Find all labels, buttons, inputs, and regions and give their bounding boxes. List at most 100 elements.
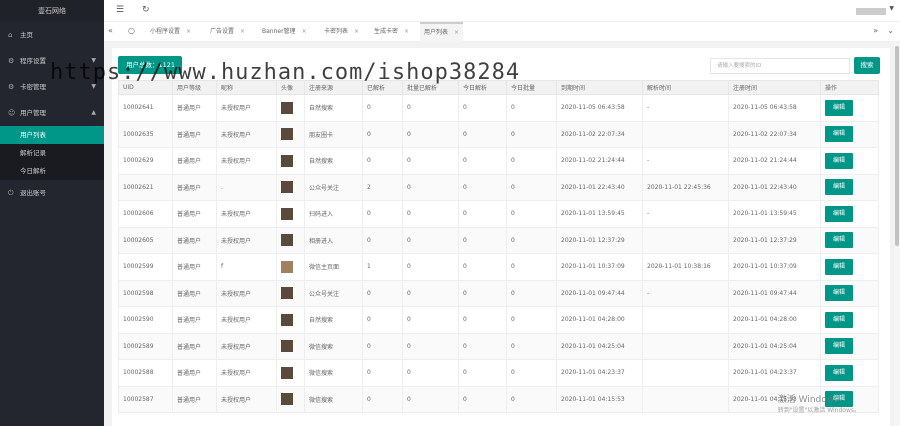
table-cell <box>642 226 729 254</box>
table-cell: 2020-11-02 21:24:44 <box>728 147 821 175</box>
chevron-down-icon[interactable]: ▼ <box>889 5 894 12</box>
logo: 壹石网络 <box>0 0 104 22</box>
edit-button[interactable]: 编辑 <box>825 126 853 143</box>
table-cell: 普通用户 <box>172 94 217 122</box>
table-cell <box>642 385 729 413</box>
edit-button[interactable]: 编辑 <box>825 338 853 355</box>
table-cell: 2020-11-02 22:07:34 <box>728 120 821 148</box>
tabs-right-icon[interactable]: » <box>873 26 878 35</box>
user-table: UID 用户等级 昵称 头像 注册来源 已解析 批量已解析 今日解析 今日批量 到期时间 解析时间注… <box>118 80 879 413</box>
edit-button[interactable]: 编辑 <box>825 205 853 222</box>
table-row: 10002598 普通用户 未授权用户 公众号关注 0 0 0 0 2020-11-01 09:… <box>118 279 879 307</box>
table-cell <box>642 359 729 387</box>
table-cell: 未授权用户 <box>216 359 277 387</box>
sidebar-submenu: 用户列表 解析记录 今日解析 <box>0 126 104 180</box>
table-cell: 2020-11-01 12:37:29 <box>556 226 643 254</box>
table-cell: 2020-11-01 09:47:44 <box>556 279 643 307</box>
table-cell: 0 <box>506 173 557 201</box>
edit-button[interactable]: 编辑 <box>825 364 853 381</box>
table-cell: 2020-11-05 06:43:58 <box>728 94 821 122</box>
table-cell: 未授权用户 <box>216 279 277 307</box>
edit-button[interactable]: 编辑 <box>825 99 853 116</box>
table-cell: 未授权用户 <box>216 200 277 228</box>
table-row: 10002589 普通用户 未授权用户 微信搜索 0 0 0 0 2020-11-01 04:2… <box>118 332 879 360</box>
sidebar-item-parse-log[interactable]: 解析记录 <box>0 144 104 162</box>
table-cell: 0 <box>362 306 403 334</box>
tab-generate-card[interactable]: 生成卡密 × <box>370 22 413 42</box>
avatar-cell <box>276 94 305 122</box>
user-list-panel: 用户总数：1121 请输入要搜索的ID 搜索 UID 用户等级 昵称 头像 注册来源 已解… <box>112 48 890 426</box>
close-icon[interactable]: × <box>454 29 459 36</box>
table-cell: 0 <box>402 120 459 148</box>
avatar <box>281 313 293 326</box>
edit-button[interactable]: 编辑 <box>825 232 853 249</box>
search-input[interactable]: 请输入要搜索的ID <box>710 58 850 74</box>
table-cell: - <box>642 147 729 175</box>
close-icon[interactable]: × <box>354 28 359 35</box>
edit-button[interactable]: 编辑 <box>825 179 853 196</box>
tab-user-list[interactable]: 用户列表 × <box>420 22 464 42</box>
table-cell: 10002621 <box>118 173 173 201</box>
table-cell: 微信搜索 <box>304 359 363 387</box>
sidebar-item-today-parse[interactable]: 今日解析 <box>0 162 104 180</box>
sidebar-item-home[interactable]: ⌂ 主页 <box>0 22 104 48</box>
table-cell: 2020-11-01 04:23:37 <box>556 359 643 387</box>
table-cell: 1 <box>362 253 403 281</box>
menu-icon[interactable]: ☰ <box>116 5 124 15</box>
tab-card-list[interactable]: 卡密列表 × <box>320 22 363 42</box>
avatar <box>281 393 293 406</box>
sidebar-item-user-list[interactable]: 用户列表 <box>0 126 104 144</box>
action-cell: 编辑 <box>820 253 879 281</box>
chevron-down-icon[interactable]: ⌄ <box>887 26 894 35</box>
table-cell: 10002629 <box>118 147 173 175</box>
table-cell: 0 <box>402 385 459 413</box>
table-body: 10002641 普通用户 未授权用户 自然搜索 0 0 0 0 2020-11-05 06:4… <box>118 94 879 413</box>
table-cell: 0 <box>402 147 459 175</box>
table-cell: 10002635 <box>118 120 173 148</box>
tab-banner-management[interactable]: Banner管理 × <box>258 22 311 42</box>
table-cell: 0 <box>458 200 507 228</box>
table-cell: 2020-11-01 04:15:53 <box>556 385 643 413</box>
search-button[interactable]: 搜索 <box>854 57 880 74</box>
close-icon[interactable]: × <box>404 28 409 35</box>
table-cell: 2020-11-02 21:24:44 <box>556 147 643 175</box>
edit-button[interactable]: 编辑 <box>825 311 853 328</box>
tabs-left-icon[interactable]: « <box>108 26 113 35</box>
sidebar-item-logout[interactable]: ⏻ 退出账号 <box>0 180 104 206</box>
close-icon[interactable]: × <box>240 28 245 35</box>
sidebar-item-user-management[interactable]: ☺ 用户管理 ▲ <box>0 100 104 126</box>
table-cell: 未授权用户 <box>216 385 277 413</box>
tab-ad-settings[interactable]: 广告设置 × <box>206 22 249 42</box>
user-avatar-name[interactable] <box>856 8 886 15</box>
action-cell: 编辑 <box>820 226 879 254</box>
avatar-cell <box>276 173 305 201</box>
table-cell: 2020-11-01 22:43:40 <box>728 173 821 201</box>
edit-button[interactable]: 编辑 <box>825 152 853 169</box>
table-cell: 2020-11-05 06:43:58 <box>556 94 643 122</box>
table-cell <box>642 332 729 360</box>
scrollbar-thumb[interactable] <box>895 46 899 246</box>
edit-button[interactable]: 编辑 <box>825 258 853 275</box>
tab-home-icon[interactable]: ○ <box>128 26 135 35</box>
table-cell: 普通用户 <box>172 279 217 307</box>
close-icon[interactable]: × <box>302 28 307 35</box>
avatar-cell <box>276 385 305 413</box>
tab-mini-program-settings[interactable]: 小程序设置 × <box>146 22 195 42</box>
table-row: 10002629 普通用户 未授权用户 自然搜索 0 0 0 0 2020-11-02 21:2… <box>118 147 879 175</box>
scrollbar[interactable] <box>894 42 900 426</box>
action-cell: 编辑 <box>820 279 879 307</box>
table-cell: 0 <box>362 226 403 254</box>
table-cell: 0 <box>402 332 459 360</box>
close-icon[interactable]: × <box>186 28 191 35</box>
column-header: 注册时间 <box>728 80 821 95</box>
table-cell: 相册进入 <box>304 226 363 254</box>
table-cell: 普通用户 <box>172 385 217 413</box>
windows-activation-watermark: 激活 Windows 转到"设置"以激活 Windows。 <box>777 395 860 414</box>
table-cell: - <box>642 200 729 228</box>
table-cell: 2020-11-01 22:43:40 <box>556 173 643 201</box>
table-cell: 10002589 <box>118 332 173 360</box>
refresh-icon[interactable]: ↻ <box>142 5 150 15</box>
action-cell: 编辑 <box>820 200 879 228</box>
avatar <box>281 128 293 141</box>
edit-button[interactable]: 编辑 <box>825 285 853 302</box>
